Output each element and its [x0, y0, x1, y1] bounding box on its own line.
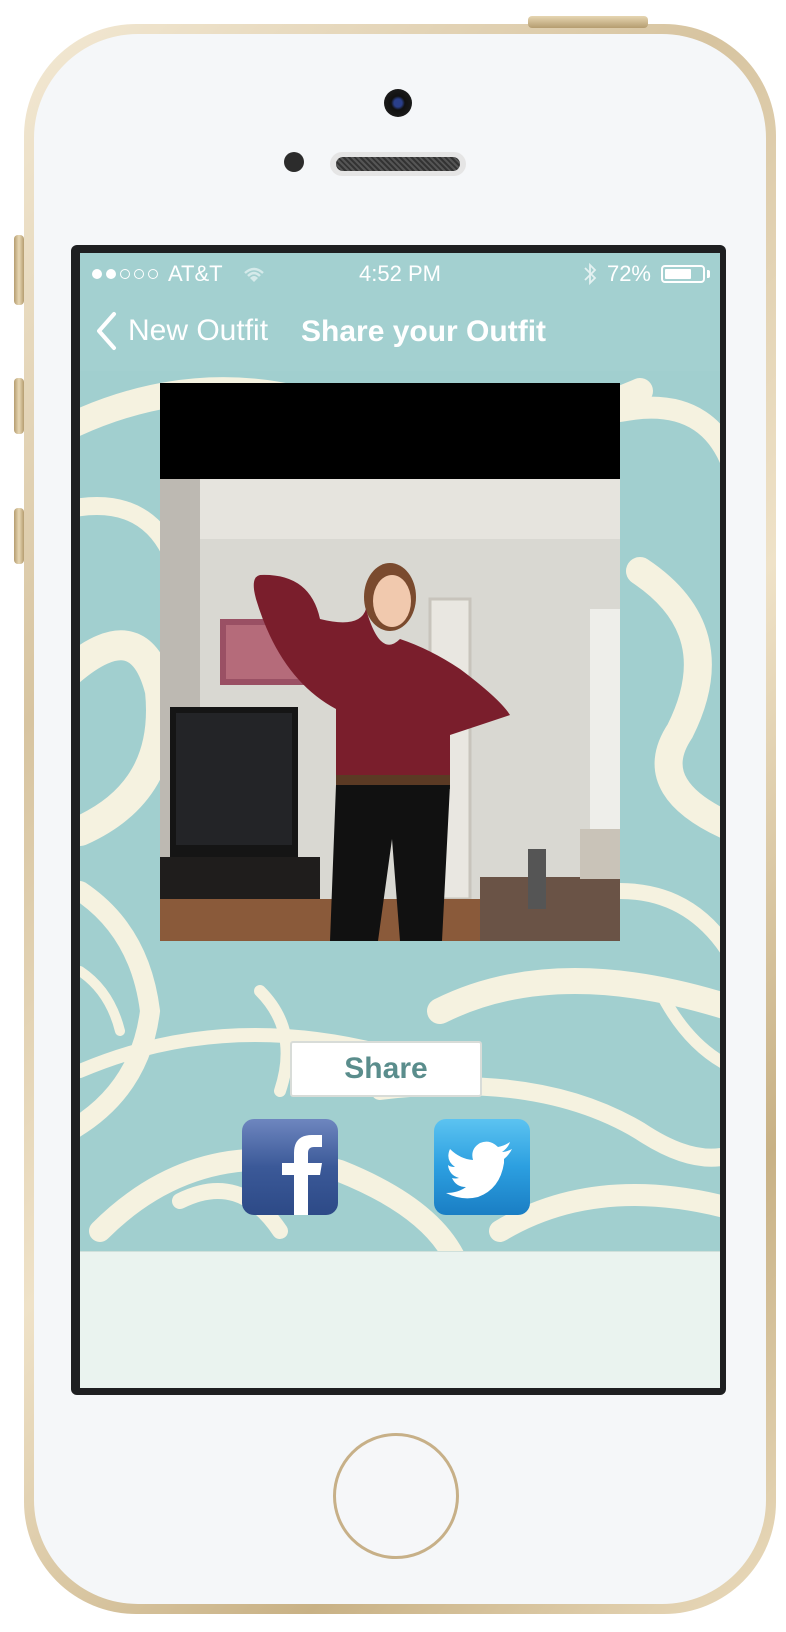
chevron-left-icon: [97, 312, 116, 350]
status-bar: AT&T 4:52 PM 72%: [80, 253, 720, 293]
navigation-bar: New Outfit Share your Outfit: [80, 293, 720, 371]
proximity-sensor: [284, 152, 304, 172]
home-button[interactable]: [333, 1433, 459, 1559]
twitter-icon: [446, 1141, 512, 1199]
bottom-toolbar: [80, 1251, 720, 1388]
power-button: [528, 16, 648, 28]
share-content: Share: [80, 371, 720, 1251]
mute-switch: [14, 235, 24, 305]
volume-up-button: [14, 378, 24, 434]
share-button[interactable]: Share: [290, 1041, 482, 1097]
screen: AT&T 4:52 PM 72% New Outfit Share your O…: [80, 253, 720, 1388]
front-camera: [384, 89, 412, 117]
battery-icon: [661, 265, 705, 283]
volume-down-button: [14, 508, 24, 564]
earpiece-speaker: [330, 152, 466, 176]
battery-tip: [707, 270, 710, 278]
battery-level: [665, 269, 691, 279]
battery-percent: 72%: [606, 261, 651, 286]
back-button[interactable]: New Outfit: [94, 311, 268, 351]
facebook-share-button[interactable]: [242, 1119, 338, 1215]
outfit-photo: [160, 383, 620, 941]
status-right: 72%: [583, 261, 710, 287]
facebook-icon: [282, 1135, 322, 1215]
back-button-label: New Outfit: [128, 314, 269, 347]
bluetooth-icon: [584, 262, 597, 286]
page-title: Share your Outfit: [301, 315, 547, 348]
outfit-image: [160, 479, 620, 941]
twitter-share-button[interactable]: [434, 1119, 530, 1215]
